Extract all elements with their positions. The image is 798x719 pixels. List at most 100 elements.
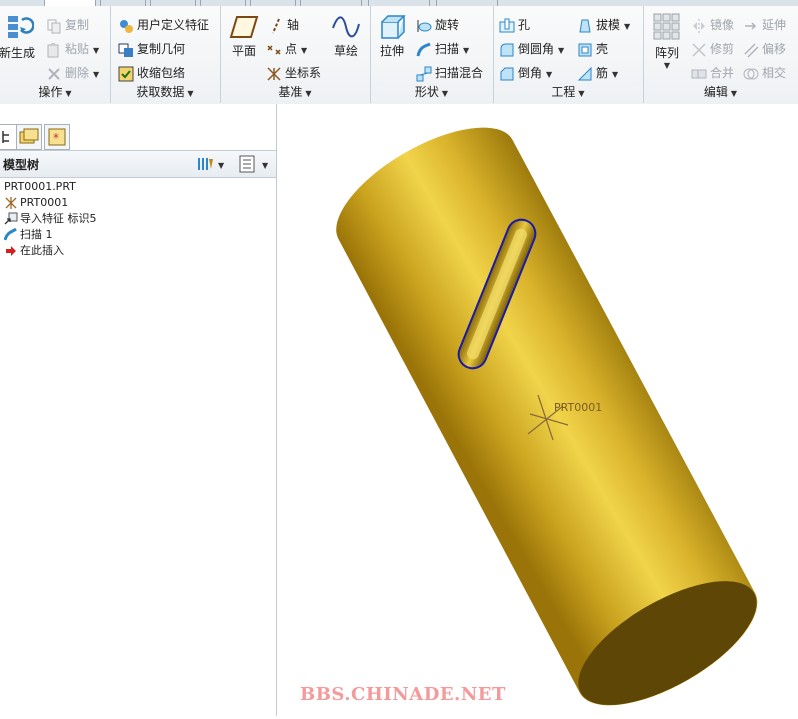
shell-button[interactable]: 壳 (577, 38, 608, 60)
tree-item-root[interactable]: PRT0001.PRT (4, 179, 76, 195)
copy-geometry-label: 复制几何 (137, 42, 186, 56)
hole-icon (499, 18, 515, 32)
shell-icon (578, 43, 592, 56)
tree-item-csys[interactable]: PRT0001 (4, 195, 68, 211)
shapes-group-label[interactable]: 形状 ▼ (370, 82, 494, 103)
svg-text:▼: ▼ (262, 161, 269, 170)
tree-item-label: 在此插入 (20, 244, 64, 257)
revolve-button[interactable]: 旋转 (416, 14, 459, 36)
chamfer-label: 倒角 (518, 66, 543, 80)
round-icon (500, 43, 514, 56)
intersect-icon (743, 68, 759, 79)
chamfer-button[interactable]: 倒角 ▼ (499, 62, 552, 84)
point-icon (267, 44, 281, 55)
show-filter-button[interactable]: ▼ (238, 155, 272, 176)
offset-button[interactable]: 偏移 (743, 38, 786, 60)
chevron-down-icon: ▼ (558, 46, 565, 55)
operations-group-label[interactable]: 操作 ▼ (0, 82, 111, 103)
coordinate-system-icon (267, 66, 281, 81)
tree-item-insert-here[interactable]: 在此插入 (4, 243, 64, 259)
point-button[interactable]: 点 ▼ (266, 38, 307, 60)
sweep-feature-icon (4, 228, 17, 241)
rib-button[interactable]: 筋 ▼ (577, 62, 618, 84)
sweep-button[interactable]: 扫描 ▼ (416, 38, 469, 60)
swept-blend-label: 扫描混合 (435, 66, 484, 80)
editing-group-label[interactable]: 编辑 ▼ (643, 82, 798, 103)
copy-icon (47, 19, 61, 33)
shapes-group: 拉伸 旋转 扫描 ▼ 扫描混合 (370, 6, 494, 82)
chevron-down-icon: ▼ (624, 22, 631, 31)
tree-item-sweep[interactable]: 扫描 1 (4, 227, 53, 243)
merge-icon (691, 69, 707, 78)
datum-group-label[interactable]: 基准 ▼ (220, 82, 371, 103)
shapes-label-text: 形状 (414, 85, 439, 99)
sketch-button[interactable]: 草绘 (326, 14, 366, 59)
round-button[interactable]: 倒圆角 ▼ (499, 38, 564, 60)
axis-icon (272, 18, 280, 33)
hole-label: 孔 (518, 18, 531, 32)
tree-settings-icon: ▼ (198, 158, 225, 170)
extrude-label: 拉伸 (379, 44, 404, 58)
plane-icon (229, 16, 259, 38)
graphics-viewport[interactable]: PRT0001 (277, 104, 798, 716)
offset-icon (744, 42, 759, 58)
user-defined-feature-label: 用户定义特征 (137, 18, 210, 32)
draft-button[interactable]: 拔模 ▼ (577, 14, 630, 36)
chevron-down-icon: ▼ (730, 89, 738, 98)
extrude-button[interactable]: 拉伸 (372, 14, 412, 59)
delete-label: 删除 (65, 66, 90, 80)
regenerate-label: 新生成 (0, 46, 35, 60)
axis-button[interactable]: 轴 (268, 14, 299, 36)
svg-text:*: * (53, 131, 59, 145)
trim-button[interactable]: 修剪 (691, 38, 734, 60)
extend-button[interactable]: 延伸 (743, 14, 786, 36)
chevron-down-icon: ▼ (578, 89, 585, 98)
regenerate-button[interactable]: 新生成 (0, 12, 40, 61)
extrude-icon (381, 15, 406, 39)
engineering-group-label[interactable]: 工程 ▼ (493, 82, 644, 103)
copy-geometry-button[interactable]: 复制几何 (118, 38, 185, 60)
sweep-icon (416, 42, 431, 56)
get-data-group-label[interactable]: 获取数据 ▼ (110, 82, 221, 103)
user-defined-feature-button[interactable]: 用户定义特征 (118, 14, 209, 36)
rib-icon (577, 66, 592, 80)
tree-item-label: PRT0001.PRT (4, 180, 76, 193)
editing-label-text: 编辑 (703, 85, 728, 99)
hole-button[interactable]: 孔 (499, 14, 530, 36)
merge-button[interactable]: 合并 (691, 62, 734, 84)
copy-button[interactable]: 复制 (46, 14, 89, 36)
intersect-label: 相交 (762, 66, 787, 80)
delete-button[interactable]: 删除 ▼ (46, 62, 99, 84)
shrinkwrap-button[interactable]: 收缩包络 (118, 62, 185, 84)
revolve-label: 旋转 (435, 18, 460, 32)
favorites-tab[interactable]: * (44, 124, 70, 150)
operations-group: 新生成 复制 粘贴 ▼ 删除 ▼ (0, 6, 111, 82)
model-tree-header: 模型树 ▼ ▼ (0, 150, 276, 178)
swept-blend-button[interactable]: 扫描混合 (416, 62, 483, 84)
engineering-label-text: 工程 (551, 85, 576, 99)
chamfer-icon (500, 67, 514, 80)
regenerate-icon (8, 16, 34, 38)
shell-label: 壳 (596, 42, 609, 56)
tree-settings-button[interactable]: ▼ (196, 155, 226, 176)
operations-label-text: 操作 (38, 85, 63, 99)
folder-browser-tab[interactable] (16, 124, 42, 150)
chevron-down-icon: ▼ (65, 89, 72, 98)
intersect-button[interactable]: 相交 (743, 62, 786, 84)
left-panel: * 模型树 ▼ ▼ PRT0001.PRT PRT0001 导入特征 标识5 扫… (0, 104, 277, 716)
chevron-down-icon: ▼ (93, 46, 100, 55)
plane-button[interactable]: 平面 (224, 14, 264, 59)
svg-text:▼: ▼ (218, 161, 225, 170)
trim-label: 修剪 (710, 42, 735, 56)
coordinate-system-button[interactable]: 坐标系 (266, 62, 321, 84)
pattern-button[interactable]: 阵列 ▼ (647, 12, 687, 70)
tree-item-label: PRT0001 (20, 196, 69, 209)
chevron-down-icon: ▼ (441, 89, 449, 98)
mirror-button[interactable]: 镜像 (691, 14, 734, 36)
paste-button[interactable]: 粘贴 ▼ (46, 38, 99, 60)
tree-item-import-feature[interactable]: 导入特征 标识5 (4, 211, 97, 227)
tree-item-label: 扫描 1 (20, 228, 53, 241)
chevron-down-icon: ▼ (663, 61, 671, 70)
mirror-icon (693, 18, 705, 33)
delete-icon (48, 67, 60, 80)
